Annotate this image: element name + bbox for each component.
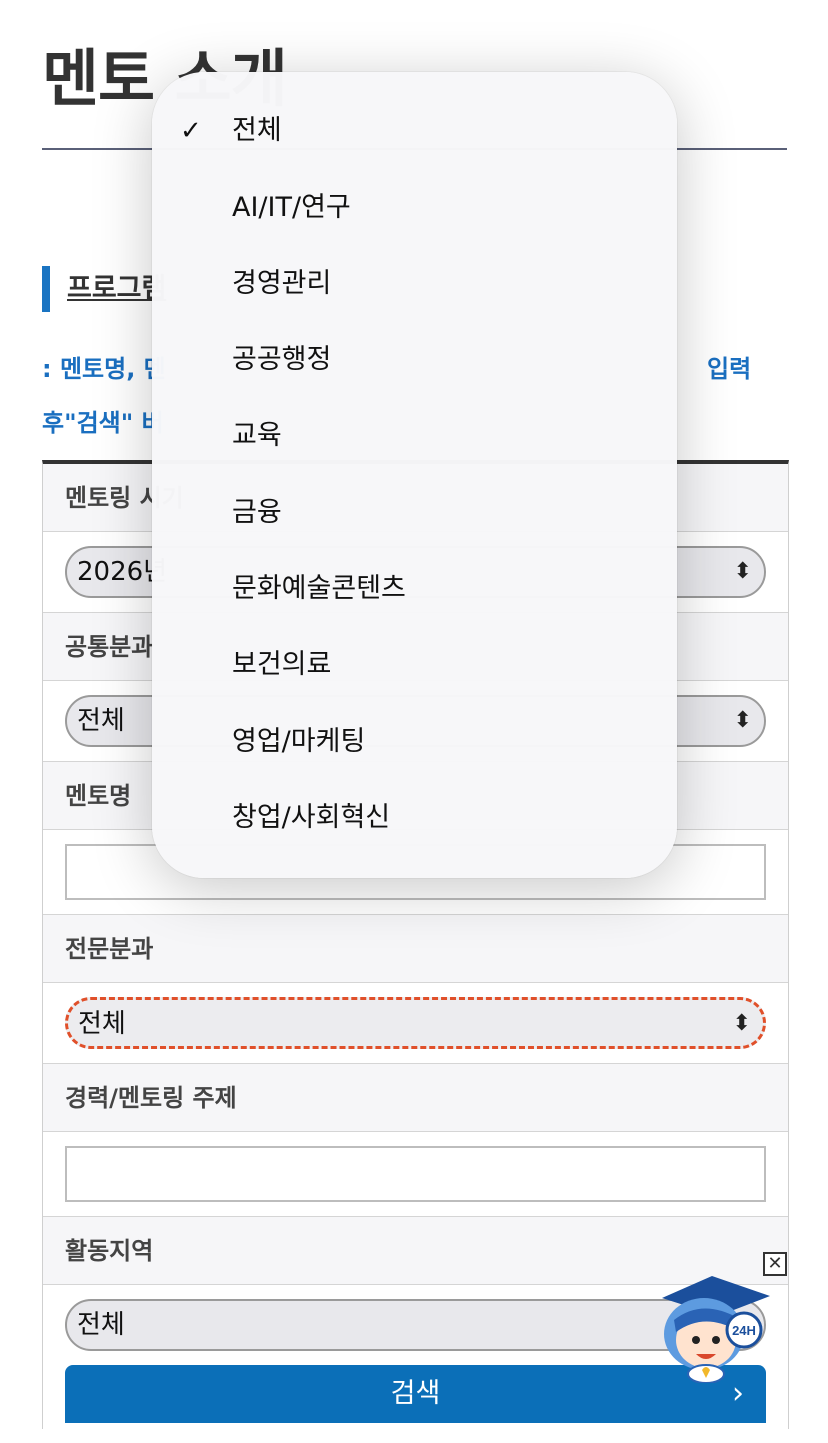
help-text-line1-end: 입력	[707, 355, 752, 383]
popup-option[interactable]: 창업/사회혁신	[152, 788, 677, 848]
popup-option[interactable]: 금융	[152, 483, 677, 543]
popup-option-label: 문화예술콘텐츠	[232, 573, 406, 604]
career-topic-input[interactable]	[65, 1146, 766, 1202]
career-topic-label: 경력/멘토링 주제	[43, 1064, 788, 1132]
specialty-category-select[interactable]: 전체 ⬍	[65, 997, 766, 1049]
popup-option-label: 영업/마케팅	[232, 726, 366, 757]
section-accent-bar	[42, 266, 50, 312]
updown-chevron-icon: ⬍	[732, 1011, 751, 1036]
career-topic-field	[43, 1132, 788, 1217]
popup-option[interactable]: 보건의료	[152, 635, 677, 695]
chatbot-mascot-icon[interactable]: 24H	[652, 1268, 772, 1383]
popup-option[interactable]: 공공행정	[152, 330, 677, 390]
chatbot-badge-text: 24H	[732, 1323, 756, 1338]
checkmark-icon: ✓	[180, 116, 202, 146]
help-text-line2: 후"검색" 버	[42, 409, 164, 437]
popup-option-label: 공공행정	[232, 344, 332, 375]
popup-option[interactable]: ✓ 전체	[152, 101, 677, 161]
popup-option[interactable]: AI/IT/연구	[152, 178, 677, 238]
specialty-category-label: 전문분과	[43, 915, 788, 983]
popup-option-label: 창업/사회혁신	[232, 802, 391, 833]
common-category-value: 전체	[77, 706, 125, 736]
popup-option-label: 금융	[232, 497, 282, 528]
updown-chevron-icon: ⬍	[733, 708, 752, 733]
activity-region-value: 전체	[77, 1310, 125, 1340]
specialty-options-popup: ✓ 전체 AI/IT/연구 경영관리 공공행정 교육 금융 문화예술콘텐츠 보건…	[152, 72, 677, 878]
popup-option[interactable]: 문화예술콘텐츠	[152, 559, 677, 619]
popup-option[interactable]: 경영관리	[152, 254, 677, 314]
search-button-label: 검색	[390, 1378, 441, 1409]
popup-option[interactable]: 교육	[152, 406, 677, 466]
specialty-category-field: 전체 ⬍	[43, 983, 788, 1064]
updown-chevron-icon: ⬍	[733, 559, 752, 584]
popup-option-label: AI/IT/연구	[232, 192, 351, 223]
popup-option-label: 교육	[232, 420, 282, 451]
popup-option-label: 전체	[232, 115, 282, 146]
help-text-line1: : 멘토명, 멘	[42, 355, 166, 383]
specialty-category-value: 전체	[78, 1009, 126, 1039]
popup-option-label: 경영관리	[232, 268, 332, 299]
popup-option[interactable]: 영업/마케팅	[152, 712, 677, 772]
popup-option-label: 보건의료	[232, 649, 332, 680]
